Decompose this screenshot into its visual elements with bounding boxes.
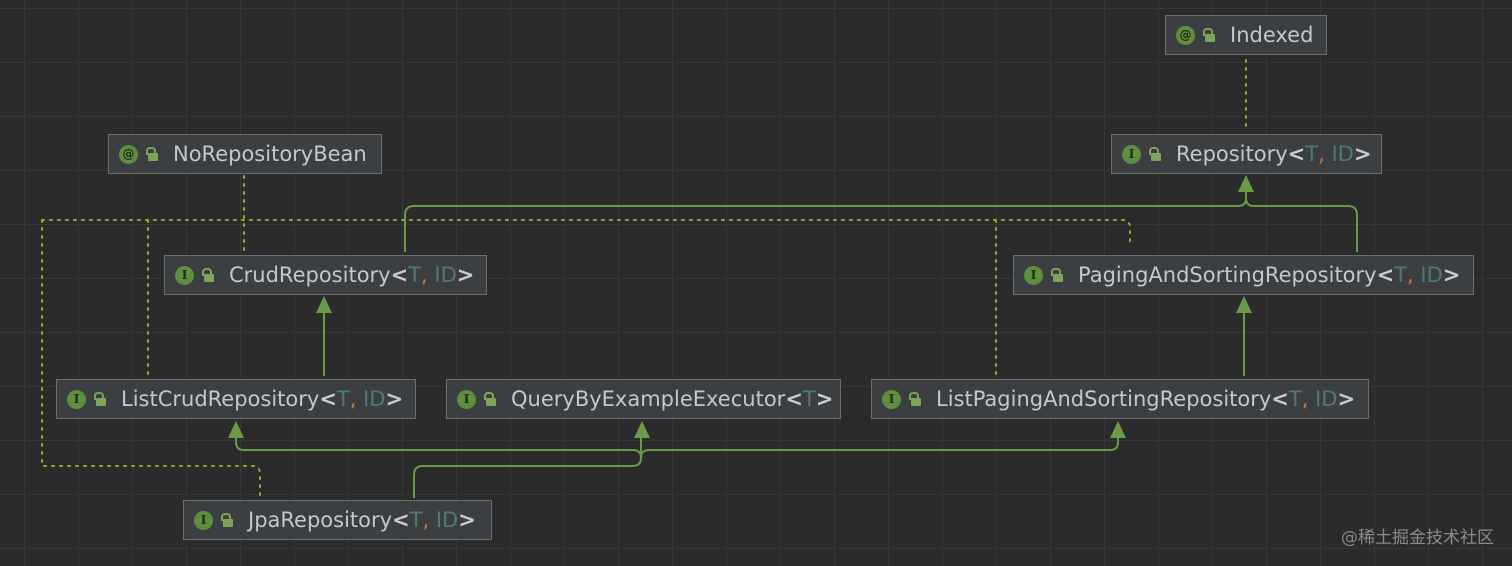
arrowhead-repository bbox=[1238, 175, 1254, 192]
interface-icon: I bbox=[1122, 144, 1141, 164]
node-label: CrudRepository bbox=[229, 263, 391, 287]
node-jpa-repository[interactable]: I JpaRepository < T, ID > bbox=[183, 500, 492, 540]
arrowhead-listcrud bbox=[228, 421, 244, 438]
type-param: T bbox=[408, 263, 422, 287]
type-param: ID bbox=[434, 263, 457, 287]
edge-jpa-listcrud bbox=[235, 430, 642, 459]
arrowhead-listpaging bbox=[1110, 421, 1126, 438]
node-paging-and-sorting-repository[interactable]: I PagingAndSortingRepository < T, ID > bbox=[1013, 255, 1474, 295]
node-label: PagingAndSortingRepository bbox=[1078, 263, 1377, 287]
type-param: ID bbox=[435, 508, 459, 532]
edge-paging-repository bbox=[1245, 197, 1358, 252]
node-label: Indexed bbox=[1230, 23, 1314, 47]
interface-icon: I bbox=[457, 389, 476, 409]
edge-annotation-bus bbox=[41, 219, 1131, 247]
edge-jpa-listpaging bbox=[640, 430, 1119, 459]
diagram-canvas: @ Indexed @ NoRepositoryBean I Repositor… bbox=[0, 0, 1512, 566]
watermark: @稀土掘金技术社区 bbox=[1341, 528, 1494, 548]
annotation-icon: @ bbox=[1176, 25, 1195, 45]
lock-icon bbox=[1050, 267, 1064, 283]
type-param: T bbox=[336, 387, 350, 411]
lock-icon bbox=[1202, 27, 1216, 43]
node-label: ListCrudRepository bbox=[121, 387, 320, 411]
interface-icon: I bbox=[1024, 265, 1043, 285]
node-repository[interactable]: I Repository < T, ID > bbox=[1111, 134, 1382, 174]
node-query-by-example-executor[interactable]: I QueryByExampleExecutor < T > bbox=[446, 379, 841, 419]
arrowhead-queryexecutor bbox=[634, 421, 650, 438]
lock-icon bbox=[93, 391, 107, 407]
type-param: T bbox=[409, 508, 423, 532]
node-label: NoRepositoryBean bbox=[173, 142, 367, 166]
type-param: T bbox=[1288, 387, 1302, 411]
node-no-repository-bean[interactable]: @ NoRepositoryBean bbox=[108, 134, 382, 174]
interface-icon: I bbox=[67, 389, 86, 409]
interface-icon: I bbox=[882, 389, 901, 409]
node-crud-repository[interactable]: I CrudRepository < T, ID > bbox=[164, 255, 487, 295]
type-param: ID bbox=[1331, 142, 1354, 166]
interface-icon: I bbox=[175, 265, 194, 285]
lock-icon bbox=[201, 267, 215, 283]
node-label: JpaRepository bbox=[248, 508, 393, 532]
arrowhead-paging bbox=[1236, 296, 1252, 313]
type-param: T bbox=[1305, 142, 1319, 166]
type-param: T bbox=[802, 387, 816, 411]
node-label: Repository bbox=[1176, 142, 1288, 166]
lock-icon bbox=[908, 391, 922, 407]
interface-icon: I bbox=[194, 510, 213, 530]
annotation-icon: @ bbox=[119, 144, 138, 164]
type-param: ID bbox=[1420, 263, 1443, 287]
node-label: ListPagingAndSortingRepository bbox=[936, 387, 1272, 411]
lock-icon bbox=[220, 512, 234, 528]
lock-icon bbox=[483, 391, 497, 407]
type-param: ID bbox=[1315, 387, 1338, 411]
type-param: ID bbox=[363, 387, 386, 411]
lock-icon bbox=[1148, 146, 1162, 162]
lock-icon bbox=[145, 146, 159, 162]
type-param: T bbox=[1394, 263, 1408, 287]
node-list-paging-and-sorting-repository[interactable]: I ListPagingAndSortingRepository < T, ID > bbox=[871, 379, 1369, 419]
node-label: QueryByExampleExecutor bbox=[511, 387, 786, 411]
node-indexed[interactable]: @ Indexed bbox=[1165, 15, 1327, 55]
edge-jpa-queryexecutor bbox=[413, 430, 642, 498]
node-list-crud-repository[interactable]: I ListCrudRepository < T, ID > bbox=[56, 379, 416, 419]
arrowhead-crud bbox=[316, 296, 332, 313]
